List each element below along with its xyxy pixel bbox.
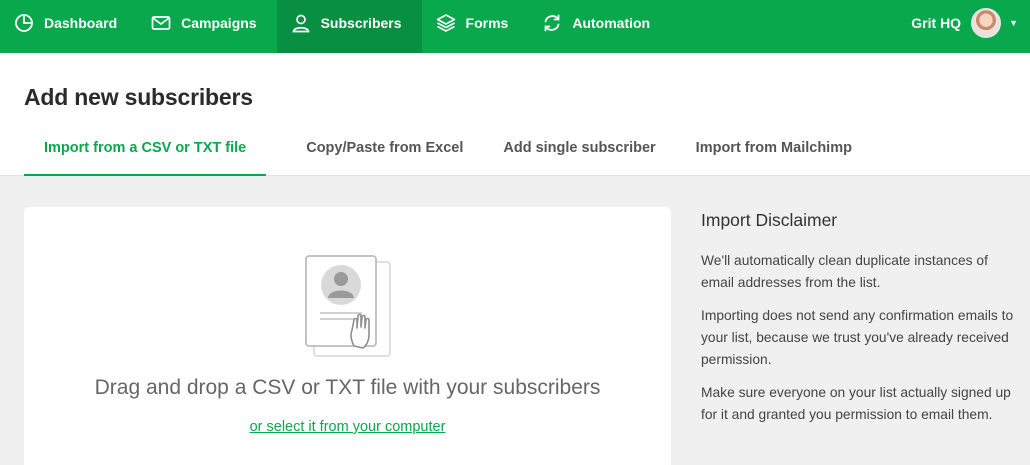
disclaimer-title: Import Disclaimer	[701, 210, 838, 230]
account-menu[interactable]: Grit HQ ▼	[911, 0, 1030, 45]
nav-campaigns[interactable]: Campaigns	[137, 0, 276, 45]
disclaimer-paragraph: Make sure everyone on your list actually…	[701, 385, 1011, 422]
page-header: Add new subscribers Import from a CSV or…	[0, 53, 1030, 176]
tab-import-mailchimp[interactable]: Import from Mailchimp	[676, 128, 872, 176]
user-icon	[291, 13, 311, 33]
import-tabs: Import from a CSV or TXT file Copy/Paste…	[24, 128, 872, 176]
nav-subscribers[interactable]: Subscribers	[276, 0, 422, 53]
refresh-icon	[542, 13, 562, 33]
account-name: Grit HQ	[911, 14, 962, 31]
import-disclaimer: Import Disclaimer We'll automatically cl…	[701, 210, 1021, 437]
nav-dashboard[interactable]: Dashboard	[0, 0, 137, 45]
tab-csv-import[interactable]: Import from a CSV or TXT file	[24, 128, 267, 176]
select-file-link[interactable]: or select it from your computer	[24, 419, 671, 435]
nav-forms[interactable]: Forms	[422, 0, 529, 45]
nav-automation[interactable]: Automation	[528, 0, 670, 45]
page-title: Add new subscribers	[24, 84, 253, 110]
top-navigation: Dashboard Campaigns Subscribers Forms Au…	[0, 0, 1030, 53]
dashboard-icon	[14, 13, 34, 33]
disclaimer-paragraph: We'll automatically clean duplicate inst…	[701, 253, 988, 290]
nav-campaigns-label: Campaigns	[181, 14, 257, 31]
tab-copy-paste-excel[interactable]: Copy/Paste from Excel	[286, 128, 483, 176]
tab-add-single-subscriber[interactable]: Add single subscriber	[483, 128, 675, 176]
chevron-down-icon: ▼	[1009, 17, 1018, 28]
layers-icon	[436, 13, 456, 33]
contact-card-upload-icon	[305, 255, 391, 357]
drop-instruction: Drag and drop a CSV or TXT file with you…	[94, 376, 601, 399]
nav-automation-label: Automation	[572, 14, 651, 31]
file-drop-zone[interactable]: Drag and drop a CSV or TXT file with you…	[24, 207, 671, 465]
nav-forms-label: Forms	[465, 14, 509, 31]
avatar	[971, 7, 1002, 38]
nav-dashboard-label: Dashboard	[44, 14, 118, 31]
envelope-icon	[151, 13, 171, 33]
nav-subscribers-label: Subscribers	[320, 14, 402, 31]
disclaimer-paragraph: Importing does not send any confirmation…	[701, 308, 1014, 367]
